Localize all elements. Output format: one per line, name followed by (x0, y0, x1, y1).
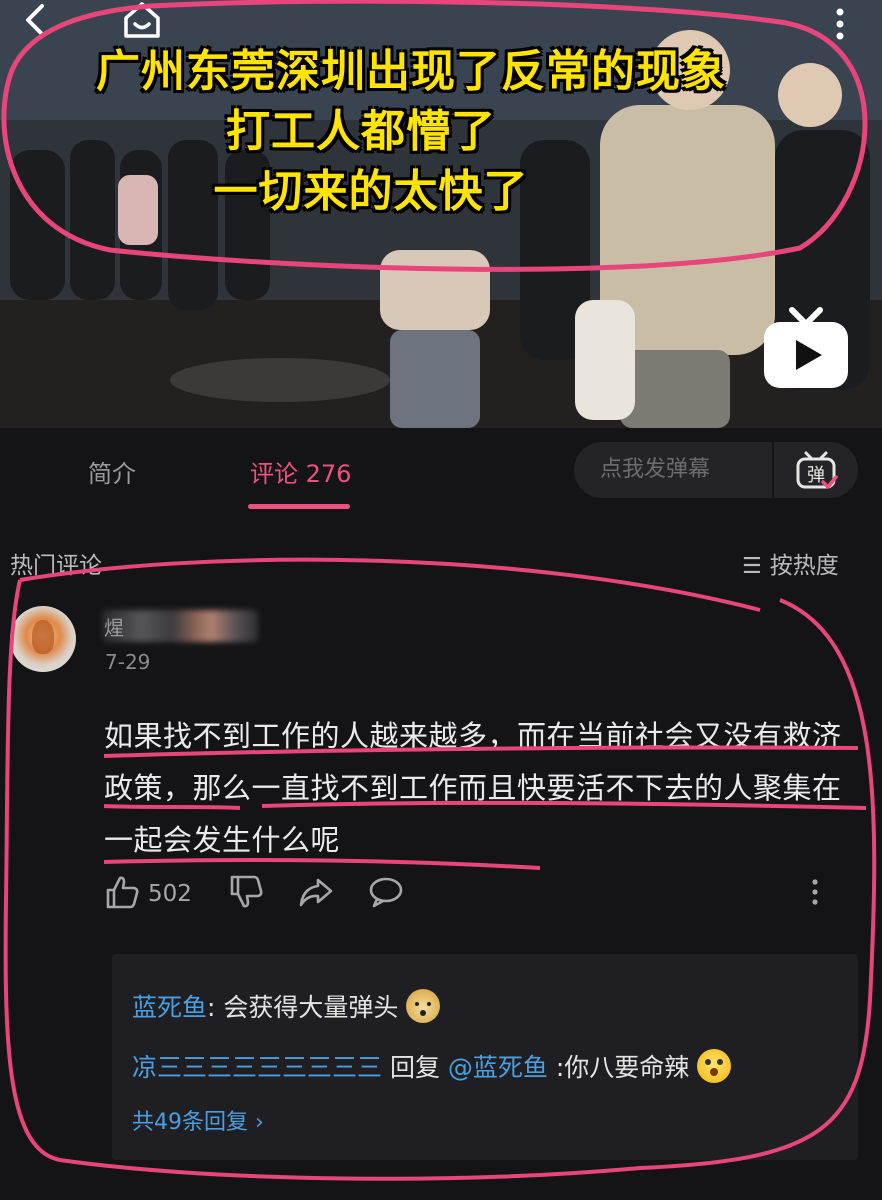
shocked-emoji-icon (697, 1049, 732, 1083)
video-player[interactable]: 广州东莞深圳出现了反常的现象 打工人都懵了 一切来的太快了 (0, 0, 882, 428)
danmaku-input[interactable]: 点我发弹幕 (574, 442, 774, 498)
reply-item[interactable]: 蓝死鱼: 会获得大量弹头 (132, 988, 441, 1026)
overlay-line-2: 打工人都懵了 (226, 106, 496, 157)
reply-icon (369, 877, 403, 908)
tab-active-indicator (248, 504, 350, 509)
reply-username[interactable]: 蓝死鱼 (132, 993, 207, 1022)
reply-button[interactable] (368, 874, 404, 910)
sort-button[interactable]: ☰ 按热度 (742, 546, 839, 580)
reply-text: :你八要命辣 (547, 1053, 690, 1082)
more-vertical-icon[interactable] (828, 6, 852, 42)
reply-item[interactable]: 凉三三三三三三三三三 回复 @蓝死鱼 :你八要命辣 (132, 1048, 732, 1086)
reply-mention[interactable]: @蓝死鱼 (448, 1053, 548, 1082)
like-button[interactable]: 502 (104, 874, 192, 910)
reply-username[interactable]: 凉三三三三三三三三三 (132, 1053, 382, 1082)
comment-date: 7-29 (105, 650, 151, 674)
thumbs-up-icon (106, 876, 139, 909)
tab-bar: 简介 评论 276 点我发弹幕 弹 (0, 428, 882, 518)
home-icon[interactable] (120, 0, 164, 40)
username[interactable]: 煋 (104, 612, 124, 641)
comment-more-button[interactable] (808, 874, 822, 910)
thumbs-down-icon (230, 875, 263, 908)
hot-comments-label: 热门评论 (10, 553, 102, 579)
doge-emoji-icon (406, 989, 441, 1023)
avatar[interactable] (10, 606, 76, 672)
danmaku-toggle-button[interactable]: 弹 (772, 442, 858, 498)
video-overlay-title: 广州东莞深圳出现了反常的现象 打工人都懵了 一切来的太快了 (0, 42, 882, 222)
share-button[interactable] (298, 874, 334, 910)
reply-verb: 回复 (382, 1053, 448, 1082)
danmaku-icon: 弹 (796, 451, 838, 489)
tab-comments[interactable]: 评论 276 (250, 454, 351, 489)
replies-box: 蓝死鱼: 会获得大量弹头 凉三三三三三三三三三 回复 @蓝死鱼 :你八要命辣 共… (112, 954, 858, 1160)
tab-intro[interactable]: 简介 (88, 454, 136, 489)
back-icon[interactable] (18, 2, 54, 38)
dislike-button[interactable] (228, 874, 264, 910)
username-redacted (102, 610, 258, 642)
comment-actions: 502 (104, 874, 834, 914)
tv-play-icon[interactable] (760, 306, 852, 392)
comment-text: 如果找不到工作的人越来越多，而在当前社会又没有救济政策，那么一直找不到工作而且快… (104, 719, 842, 857)
sort-label: 按热度 (769, 553, 839, 579)
more-vertical-icon (812, 879, 818, 905)
like-count: 502 (148, 881, 192, 907)
sort-icon: ☰ (742, 554, 762, 579)
view-all-replies-link[interactable]: 共49条回复 › (132, 1104, 264, 1136)
share-icon (299, 878, 333, 907)
overlay-line-1: 广州东莞深圳出现了反常的现象 (96, 46, 726, 97)
overlay-line-3: 一切来的太快了 (213, 166, 529, 217)
reply-text: : 会获得大量弹头 (207, 993, 399, 1022)
